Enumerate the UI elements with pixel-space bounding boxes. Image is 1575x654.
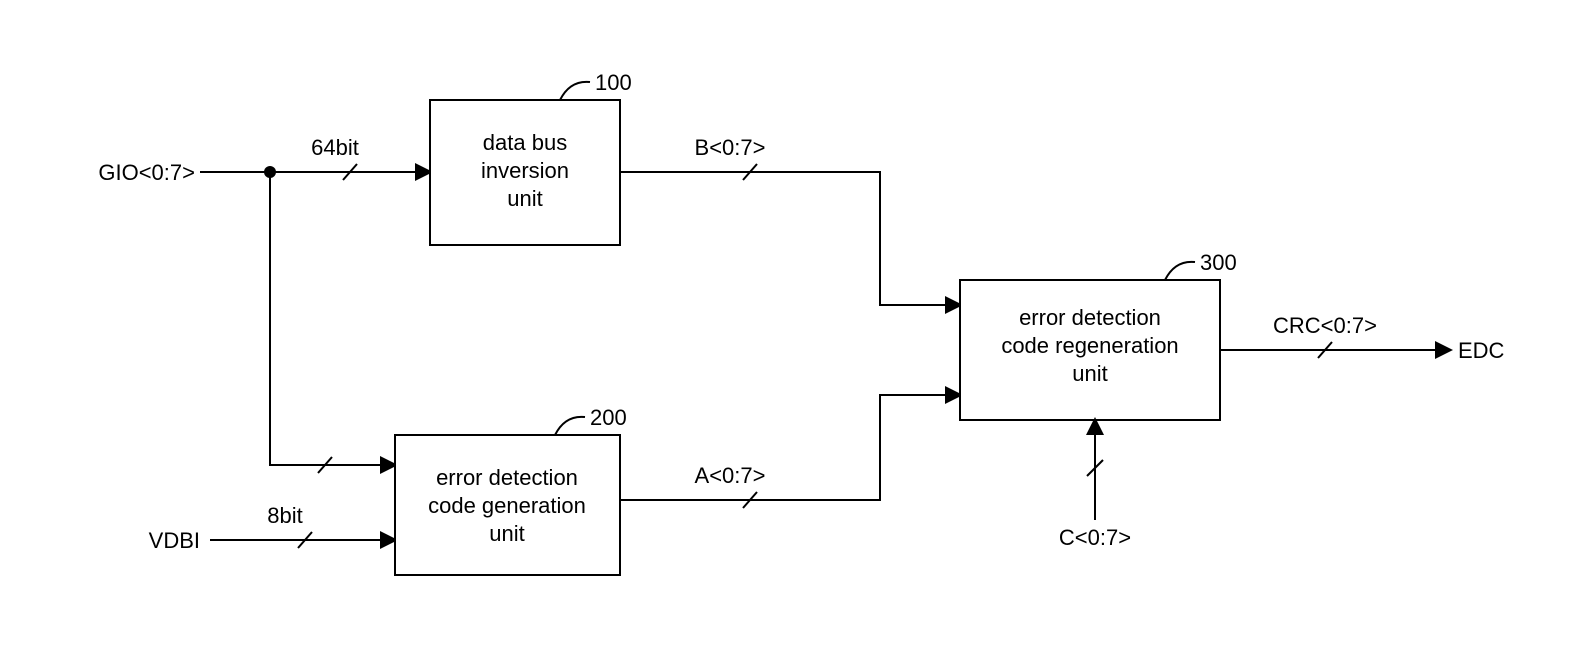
block-dbi-line3: unit — [507, 186, 542, 211]
block-regen-line1: error detection — [1019, 305, 1161, 330]
block-gen-line2: code generation — [428, 493, 586, 518]
ref-200: 200 — [590, 405, 627, 430]
signal-vdbi: VDBI — [149, 528, 200, 553]
signal-c: C<0:7> — [1059, 525, 1131, 550]
ref-300: 300 — [1200, 250, 1237, 275]
block-regen-line2: code regeneration — [1001, 333, 1178, 358]
label-8bit: 8bit — [267, 503, 302, 528]
block-regen-line3: unit — [1072, 361, 1107, 386]
block-gen-line3: unit — [489, 521, 524, 546]
ref-100: 100 — [595, 70, 632, 95]
block-gen-line1: error detection — [436, 465, 578, 490]
signal-crc: CRC<0:7> — [1273, 313, 1377, 338]
block-dbi-line2: inversion — [481, 158, 569, 183]
label-64bit: 64bit — [311, 135, 359, 160]
signal-gio: GIO<0:7> — [98, 160, 195, 185]
signal-a: A<0:7> — [695, 463, 766, 488]
block-dbi-line1: data bus — [483, 130, 567, 155]
signal-edc: EDC — [1458, 338, 1505, 363]
signal-b: B<0:7> — [695, 135, 766, 160]
